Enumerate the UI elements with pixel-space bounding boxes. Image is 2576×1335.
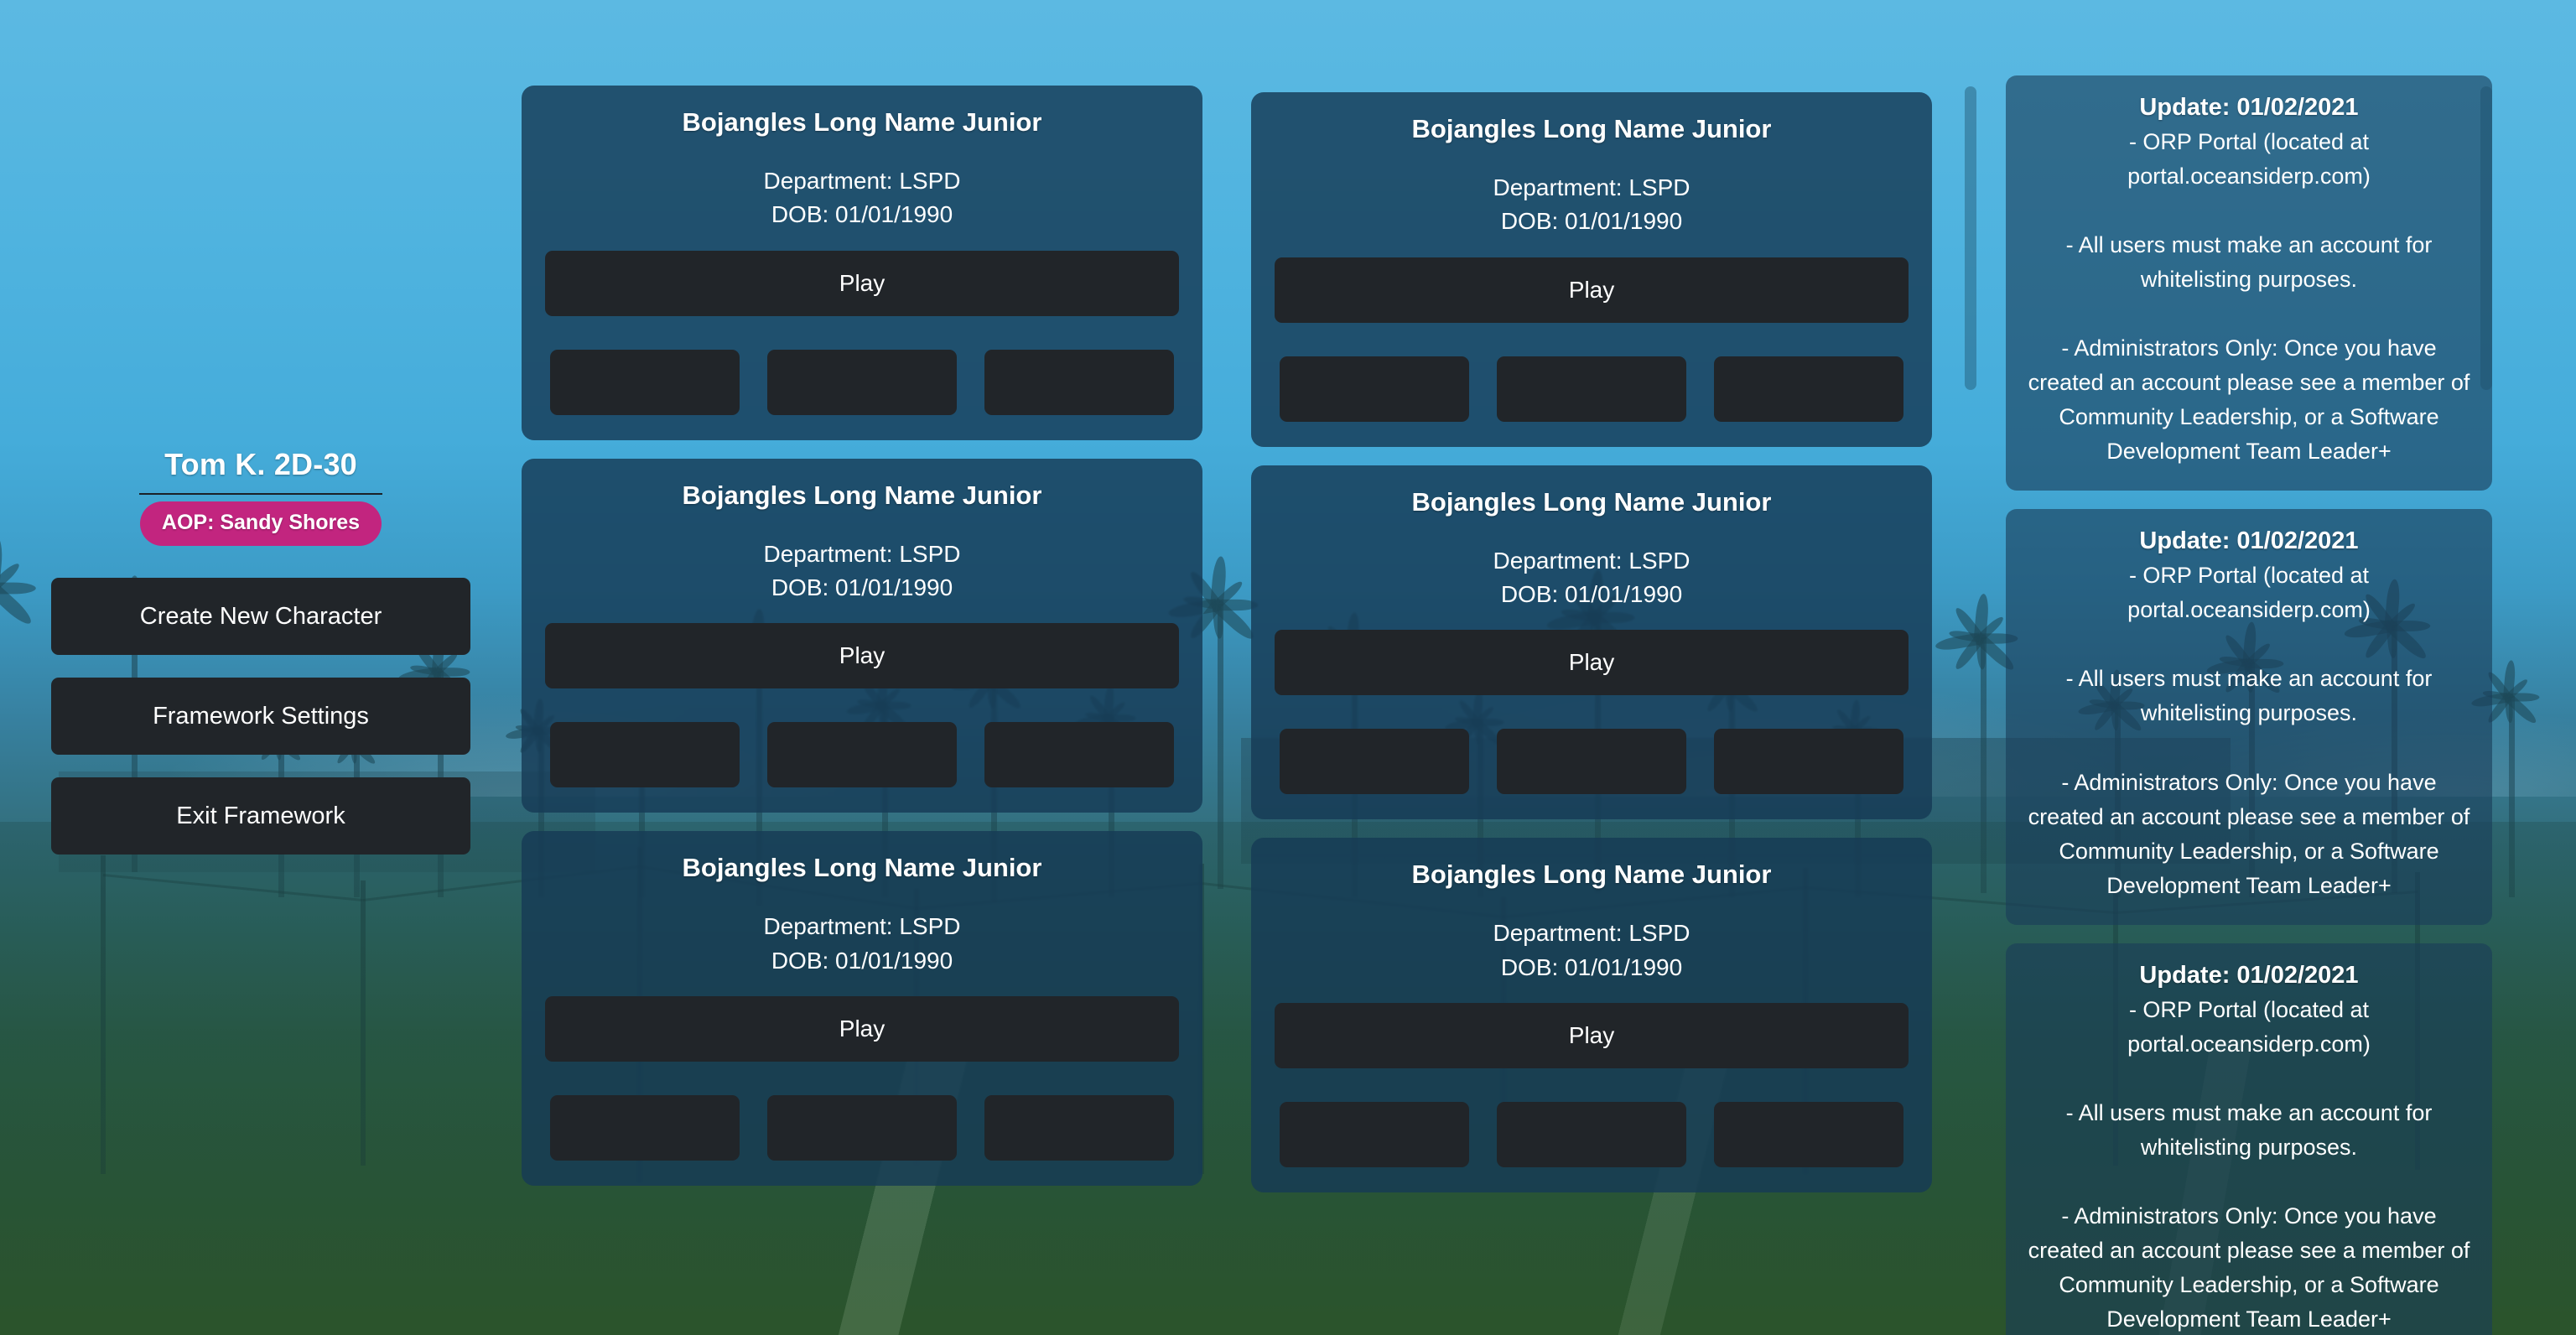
character-column-left: Bojangles Long Name Junior Department: LS… bbox=[522, 0, 1202, 1204]
character-card: Bojangles Long Name Junior Department: LS… bbox=[1251, 838, 1932, 1192]
sidebar: Tom K. 2D-30 AOP: Sandy Shores Create Ne… bbox=[0, 0, 522, 1335]
update-title: Update: 01/02/2021 bbox=[2139, 527, 2359, 555]
character-dob: DOB: 01/01/1990 bbox=[771, 201, 953, 228]
character-dob: DOB: 01/01/1990 bbox=[1500, 208, 1683, 235]
character-dob: DOB: 01/01/1990 bbox=[771, 947, 953, 974]
character-action-button-2[interactable] bbox=[767, 722, 957, 788]
character-action-button-1[interactable] bbox=[1280, 356, 1469, 422]
character-name: Bojangles Long Name Junior bbox=[682, 853, 1042, 883]
update-body: - ORP Portal (located at portal.oceansid… bbox=[2028, 129, 2470, 465]
update-title: Update: 01/02/2021 bbox=[2139, 961, 2359, 989]
character-meta: Department: LSPD DOB: 01/01/1990 bbox=[1275, 544, 1909, 612]
character-action-row bbox=[1275, 356, 1909, 422]
character-action-button-3[interactable] bbox=[1714, 1101, 1903, 1167]
character-column-right: Bojangles Long Name Junior Department: LS… bbox=[1251, 0, 1932, 1211]
character-action-button-3[interactable] bbox=[984, 722, 1174, 788]
create-new-character-button[interactable]: Create New Character bbox=[51, 578, 470, 655]
update-body: - ORP Portal (located at portal.oceansid… bbox=[2028, 563, 2470, 898]
update-title: Update: 01/02/2021 bbox=[2139, 94, 2359, 121]
character-card: Bojangles Long Name Junior Department: LS… bbox=[522, 831, 1202, 1186]
character-action-button-1[interactable] bbox=[550, 722, 740, 788]
aop-badge: AOP: Sandy Shores bbox=[139, 501, 382, 546]
character-department: Department: LSPD bbox=[763, 168, 961, 194]
framework-settings-button[interactable]: Framework Settings bbox=[51, 678, 470, 755]
character-department: Department: LSPD bbox=[1493, 547, 1690, 574]
character-meta: Department: LSPD DOB: 01/01/1990 bbox=[1275, 917, 1909, 984]
character-action-button-3[interactable] bbox=[984, 1094, 1174, 1161]
character-action-button-3[interactable] bbox=[984, 349, 1174, 415]
framework-character-selector: Tom K. 2D-30 AOP: Sandy Shores Create Ne… bbox=[0, 0, 2576, 1335]
character-action-row bbox=[1275, 729, 1909, 795]
play-button[interactable]: Play bbox=[545, 623, 1179, 689]
character-meta: Department: LSPD DOB: 01/01/1990 bbox=[545, 164, 1179, 232]
name-divider bbox=[139, 493, 382, 495]
character-action-button-1[interactable] bbox=[550, 349, 740, 415]
character-name: Bojangles Long Name Junior bbox=[1411, 114, 1772, 143]
background-scene: Tom K. 2D-30 AOP: Sandy Shores Create Ne… bbox=[0, 0, 2576, 1335]
character-card: Bojangles Long Name Junior Department: LS… bbox=[1251, 465, 1932, 820]
update-card: Update: 01/02/2021 - ORP Portal (located … bbox=[2006, 75, 2492, 491]
play-button[interactable]: Play bbox=[1275, 257, 1909, 323]
character-action-button-1[interactable] bbox=[550, 1094, 740, 1161]
character-action-button-1[interactable] bbox=[1280, 729, 1469, 795]
character-name: Bojangles Long Name Junior bbox=[1411, 486, 1772, 517]
play-button[interactable]: Play bbox=[1275, 1002, 1909, 1068]
character-action-button-3[interactable] bbox=[1714, 356, 1903, 422]
character-department: Department: LSPD bbox=[763, 540, 961, 567]
character-name: Bojangles Long Name Junior bbox=[1411, 860, 1772, 890]
character-action-button-2[interactable] bbox=[1497, 1101, 1686, 1167]
updates-scrollbar-thumb[interactable] bbox=[2480, 86, 2492, 390]
character-meta: Department: LSPD DOB: 01/01/1990 bbox=[1275, 171, 1909, 239]
character-action-button-1[interactable] bbox=[1280, 1101, 1469, 1167]
character-name: Bojangles Long Name Junior bbox=[682, 107, 1042, 137]
character-card: Bojangles Long Name Junior Department: LS… bbox=[1251, 92, 1932, 447]
play-button[interactable]: Play bbox=[545, 995, 1179, 1062]
update-card: Update: 01/02/2021 - ORP Portal (located … bbox=[2006, 943, 2492, 1335]
character-card: Bojangles Long Name Junior Department: LS… bbox=[522, 86, 1202, 440]
character-action-row bbox=[545, 722, 1179, 788]
character-dob: DOB: 01/01/1990 bbox=[1500, 580, 1683, 607]
character-action-button-2[interactable] bbox=[1497, 729, 1686, 795]
character-grid-scrollbar-thumb[interactable] bbox=[1965, 86, 1976, 390]
character-action-row bbox=[545, 349, 1179, 415]
character-action-button-3[interactable] bbox=[1714, 729, 1903, 795]
character-department: Department: LSPD bbox=[763, 913, 961, 940]
character-action-button-2[interactable] bbox=[767, 349, 957, 415]
character-grid: Bojangles Long Name Junior Department: LS… bbox=[522, 0, 1981, 1335]
character-name: Bojangles Long Name Junior bbox=[682, 480, 1042, 510]
character-department: Department: LSPD bbox=[1493, 920, 1690, 947]
exit-framework-button[interactable]: Exit Framework bbox=[51, 777, 470, 855]
character-meta: Department: LSPD DOB: 01/01/1990 bbox=[545, 910, 1179, 978]
character-dob: DOB: 01/01/1990 bbox=[1500, 953, 1683, 980]
character-dob: DOB: 01/01/1990 bbox=[771, 574, 953, 600]
character-action-row bbox=[545, 1094, 1179, 1161]
update-body: - ORP Portal (located at portal.oceansid… bbox=[2028, 996, 2470, 1332]
update-card: Update: 01/02/2021 - ORP Portal (located … bbox=[2006, 509, 2492, 925]
character-card: Bojangles Long Name Junior Department: LS… bbox=[522, 458, 1202, 813]
player-name: Tom K. 2D-30 bbox=[164, 447, 357, 481]
character-department: Department: LSPD bbox=[1493, 174, 1690, 200]
character-action-button-2[interactable] bbox=[1497, 356, 1686, 422]
character-meta: Department: LSPD DOB: 01/01/1990 bbox=[545, 538, 1179, 605]
play-button[interactable]: Play bbox=[1275, 630, 1909, 696]
character-action-button-2[interactable] bbox=[767, 1094, 957, 1161]
character-action-row bbox=[1275, 1101, 1909, 1167]
play-button[interactable]: Play bbox=[545, 250, 1179, 316]
